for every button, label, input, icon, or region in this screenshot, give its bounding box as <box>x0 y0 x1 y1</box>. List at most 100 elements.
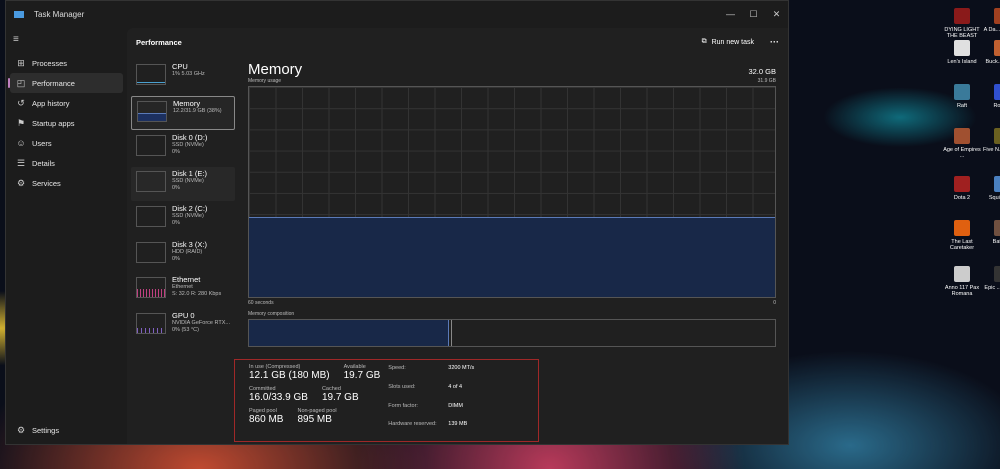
sidebar-item-settings[interactable]: ⚙ Settings <box>10 420 123 440</box>
time-axis-right: 0 <box>773 300 776 306</box>
device-item-cpu[interactable]: CPU 1% 5.03 GHz <box>131 60 235 95</box>
device-usage: 0% <box>172 149 180 155</box>
device-thumbnail-graph <box>137 100 167 122</box>
minimize-button[interactable]: — <box>719 9 742 20</box>
sidebar-item-details[interactable]: ☰ Details <box>10 153 123 173</box>
services-icon: ⚙ <box>16 177 26 188</box>
maximize-button[interactable]: ☐ <box>742 9 765 20</box>
desktop-shortcut[interactable]: Squi... a ... <box>982 176 1000 201</box>
desktop-shortcut[interactable]: Raft <box>942 84 982 109</box>
desktop-shortcut[interactable]: Five N... Fred... <box>982 128 1000 153</box>
desktop-shortcut[interactable]: Len's Island <box>942 40 982 65</box>
desktop-shortcut-label: Dota 2 <box>953 195 971 201</box>
device-detail: HDD (RAID) <box>172 248 203 255</box>
sidebar-item-startup-apps[interactable]: ⚑ Startup apps <box>10 113 123 133</box>
desktop-shortcut[interactable]: Epic ... Laun... <box>982 266 1000 291</box>
device-thumbnail-graph <box>136 170 166 192</box>
sidebar-item-label: Details <box>32 158 55 168</box>
memory-hardware-info: Speed: 3200 MT/s Slots used: 4 of 4 Form f… <box>388 365 498 437</box>
run-new-task-label: Run new task <box>711 38 754 46</box>
desktop-shortcut[interactable]: DYING LIGHT THE BEAST <box>942 8 982 39</box>
device-usage: 0% (53 °C) <box>172 326 199 333</box>
more-options-button[interactable]: ··· <box>770 37 779 47</box>
memory-usage-fill <box>249 217 775 297</box>
desktop-shortcut-label: Buck... Rou... <box>985 59 1000 65</box>
memory-composition-bar <box>248 319 776 347</box>
desktop-shortcut[interactable]: Dota 2 <box>942 176 982 201</box>
run-new-task-button[interactable]: ⧉ Run new task <box>702 38 754 46</box>
details-icon: ☰ <box>16 157 26 168</box>
in-use-value: 12.1 GB (180 MB) <box>249 370 330 381</box>
desktop-shortcut-label: Roblox <box>993 103 1000 109</box>
startup-icon: ⚑ <box>16 117 26 128</box>
sidebar-item-label: Services <box>32 178 61 188</box>
desktop-shortcut[interactable]: Buck... Rou... <box>982 40 1000 65</box>
device-name: CPU <box>172 62 188 71</box>
memory-usage-max: 31.9 GB <box>757 78 776 84</box>
app-icon <box>954 84 970 100</box>
desktop-shortcut[interactable]: Age of Empires ... <box>942 128 982 159</box>
cached-value: 19.7 GB <box>321 392 359 403</box>
gear-icon: ⚙ <box>16 424 26 435</box>
sidebar-item-label: Processes <box>32 58 68 68</box>
desktop-shortcut-label: A Da... Fire a... <box>983 27 1000 33</box>
sidebar-item-services[interactable]: ⚙ Services <box>10 173 123 193</box>
sidebar-item-label: App history <box>32 98 70 108</box>
app-icon <box>954 176 970 192</box>
app-icon <box>994 8 1000 24</box>
desktop-shortcut[interactable]: Battle... <box>982 220 1000 245</box>
device-item-disk-3[interactable]: Disk 3 (X:) HDD (RAID) 0% <box>131 238 235 273</box>
app-icon <box>954 40 970 56</box>
non-paged-pool-value: 895 MB <box>297 414 332 425</box>
memory-usage-graph <box>248 86 776 298</box>
page-title: Performance <box>136 37 182 47</box>
sidebar-item-processes[interactable]: ⊞ Processes <box>10 53 123 73</box>
hamburger-menu-icon[interactable]: ≡ <box>13 34 127 45</box>
device-name: GPU 0 <box>172 310 195 320</box>
app-icon <box>954 220 970 236</box>
sidebar-item-label: Settings <box>32 425 60 435</box>
performance-icon: ◰ <box>16 77 26 88</box>
slots-label: Slots used: <box>388 383 416 390</box>
device-thumbnail-graph <box>136 241 166 263</box>
close-button[interactable]: ✕ <box>765 9 788 20</box>
device-item-ethernet[interactable]: Ethernet Ethernet S: 32.0 R: 280 Kbps <box>131 273 235 308</box>
device-detail: Ethernet <box>172 284 193 290</box>
desktop-shortcut-label: Epic ... Laun... <box>984 285 1000 291</box>
sidebar-item-app-history[interactable]: ↺ App history <box>10 93 123 113</box>
device-item-memory[interactable]: Memory 12.2/31.9 GB (38%) <box>131 95 235 130</box>
desktop-shortcut[interactable]: Roblox <box>982 84 1000 109</box>
composition-separator <box>450 320 452 346</box>
users-icon: ☺ <box>16 138 26 148</box>
desktop-shortcut[interactable]: Anno 117 Pax Romana <box>942 266 982 297</box>
desktop-shortcut[interactable]: A Da... Fire a... <box>982 8 1000 33</box>
device-item-disk-1[interactable]: Disk 1 (E:) SSD (NVMe) 0% <box>131 166 235 201</box>
desktop-shortcut[interactable]: The Last Caretaker <box>942 220 982 251</box>
sidebar-item-performance[interactable]: ◰ Performance <box>8 73 123 93</box>
app-icon <box>994 176 1000 192</box>
task-manager-window: Task Manager — ☐ ✕ ≡ ⊞ Processes ◰ Performa… <box>5 0 789 445</box>
paged-pool-value: 860 MB <box>249 414 284 425</box>
app-icon <box>954 8 970 24</box>
app-history-icon: ↺ <box>17 97 25 108</box>
time-axis-left: 60 seconds <box>248 300 274 306</box>
processes-icon: ⊞ <box>17 57 25 68</box>
memory-total: 32.0 GB <box>748 67 776 76</box>
hardware-reserved-label: Hardware reserved: <box>388 421 437 428</box>
desktop-shortcut-label: Age of Empires ... <box>943 147 981 159</box>
desktop-shortcut-label: Five N... Fred... <box>983 147 1000 153</box>
performance-panel: Performance ⧉ Run new task ··· CPU 1% 5.03… <box>127 28 788 444</box>
device-thumbnail-graph <box>136 135 166 156</box>
committed-value: 16.0/33.9 GB <box>249 392 308 403</box>
app-icon <box>994 40 1000 56</box>
device-detail: 1% 5.03 GHz <box>172 71 205 77</box>
device-item-gpu[interactable]: GPU 0 NVIDIA GeForce RTX... 0% (53 °C) <box>131 309 235 344</box>
device-item-disk-2[interactable]: Disk 2 (C:) SSD (NVMe) 0% <box>131 202 235 237</box>
desktop-shortcut-label: Anno 117 Pax Romana <box>944 285 980 297</box>
device-item-disk-0[interactable]: Disk 0 (D:) SSD (NVMe) 0% <box>131 131 235 166</box>
slots-value: 4 of 4 <box>448 383 463 390</box>
run-task-icon: ⧉ <box>701 38 707 45</box>
device-name: Disk 0 (D:) <box>172 133 208 142</box>
device-name: Disk 1 (E:) <box>172 168 208 178</box>
sidebar-item-users[interactable]: ☺ Users <box>10 133 123 153</box>
